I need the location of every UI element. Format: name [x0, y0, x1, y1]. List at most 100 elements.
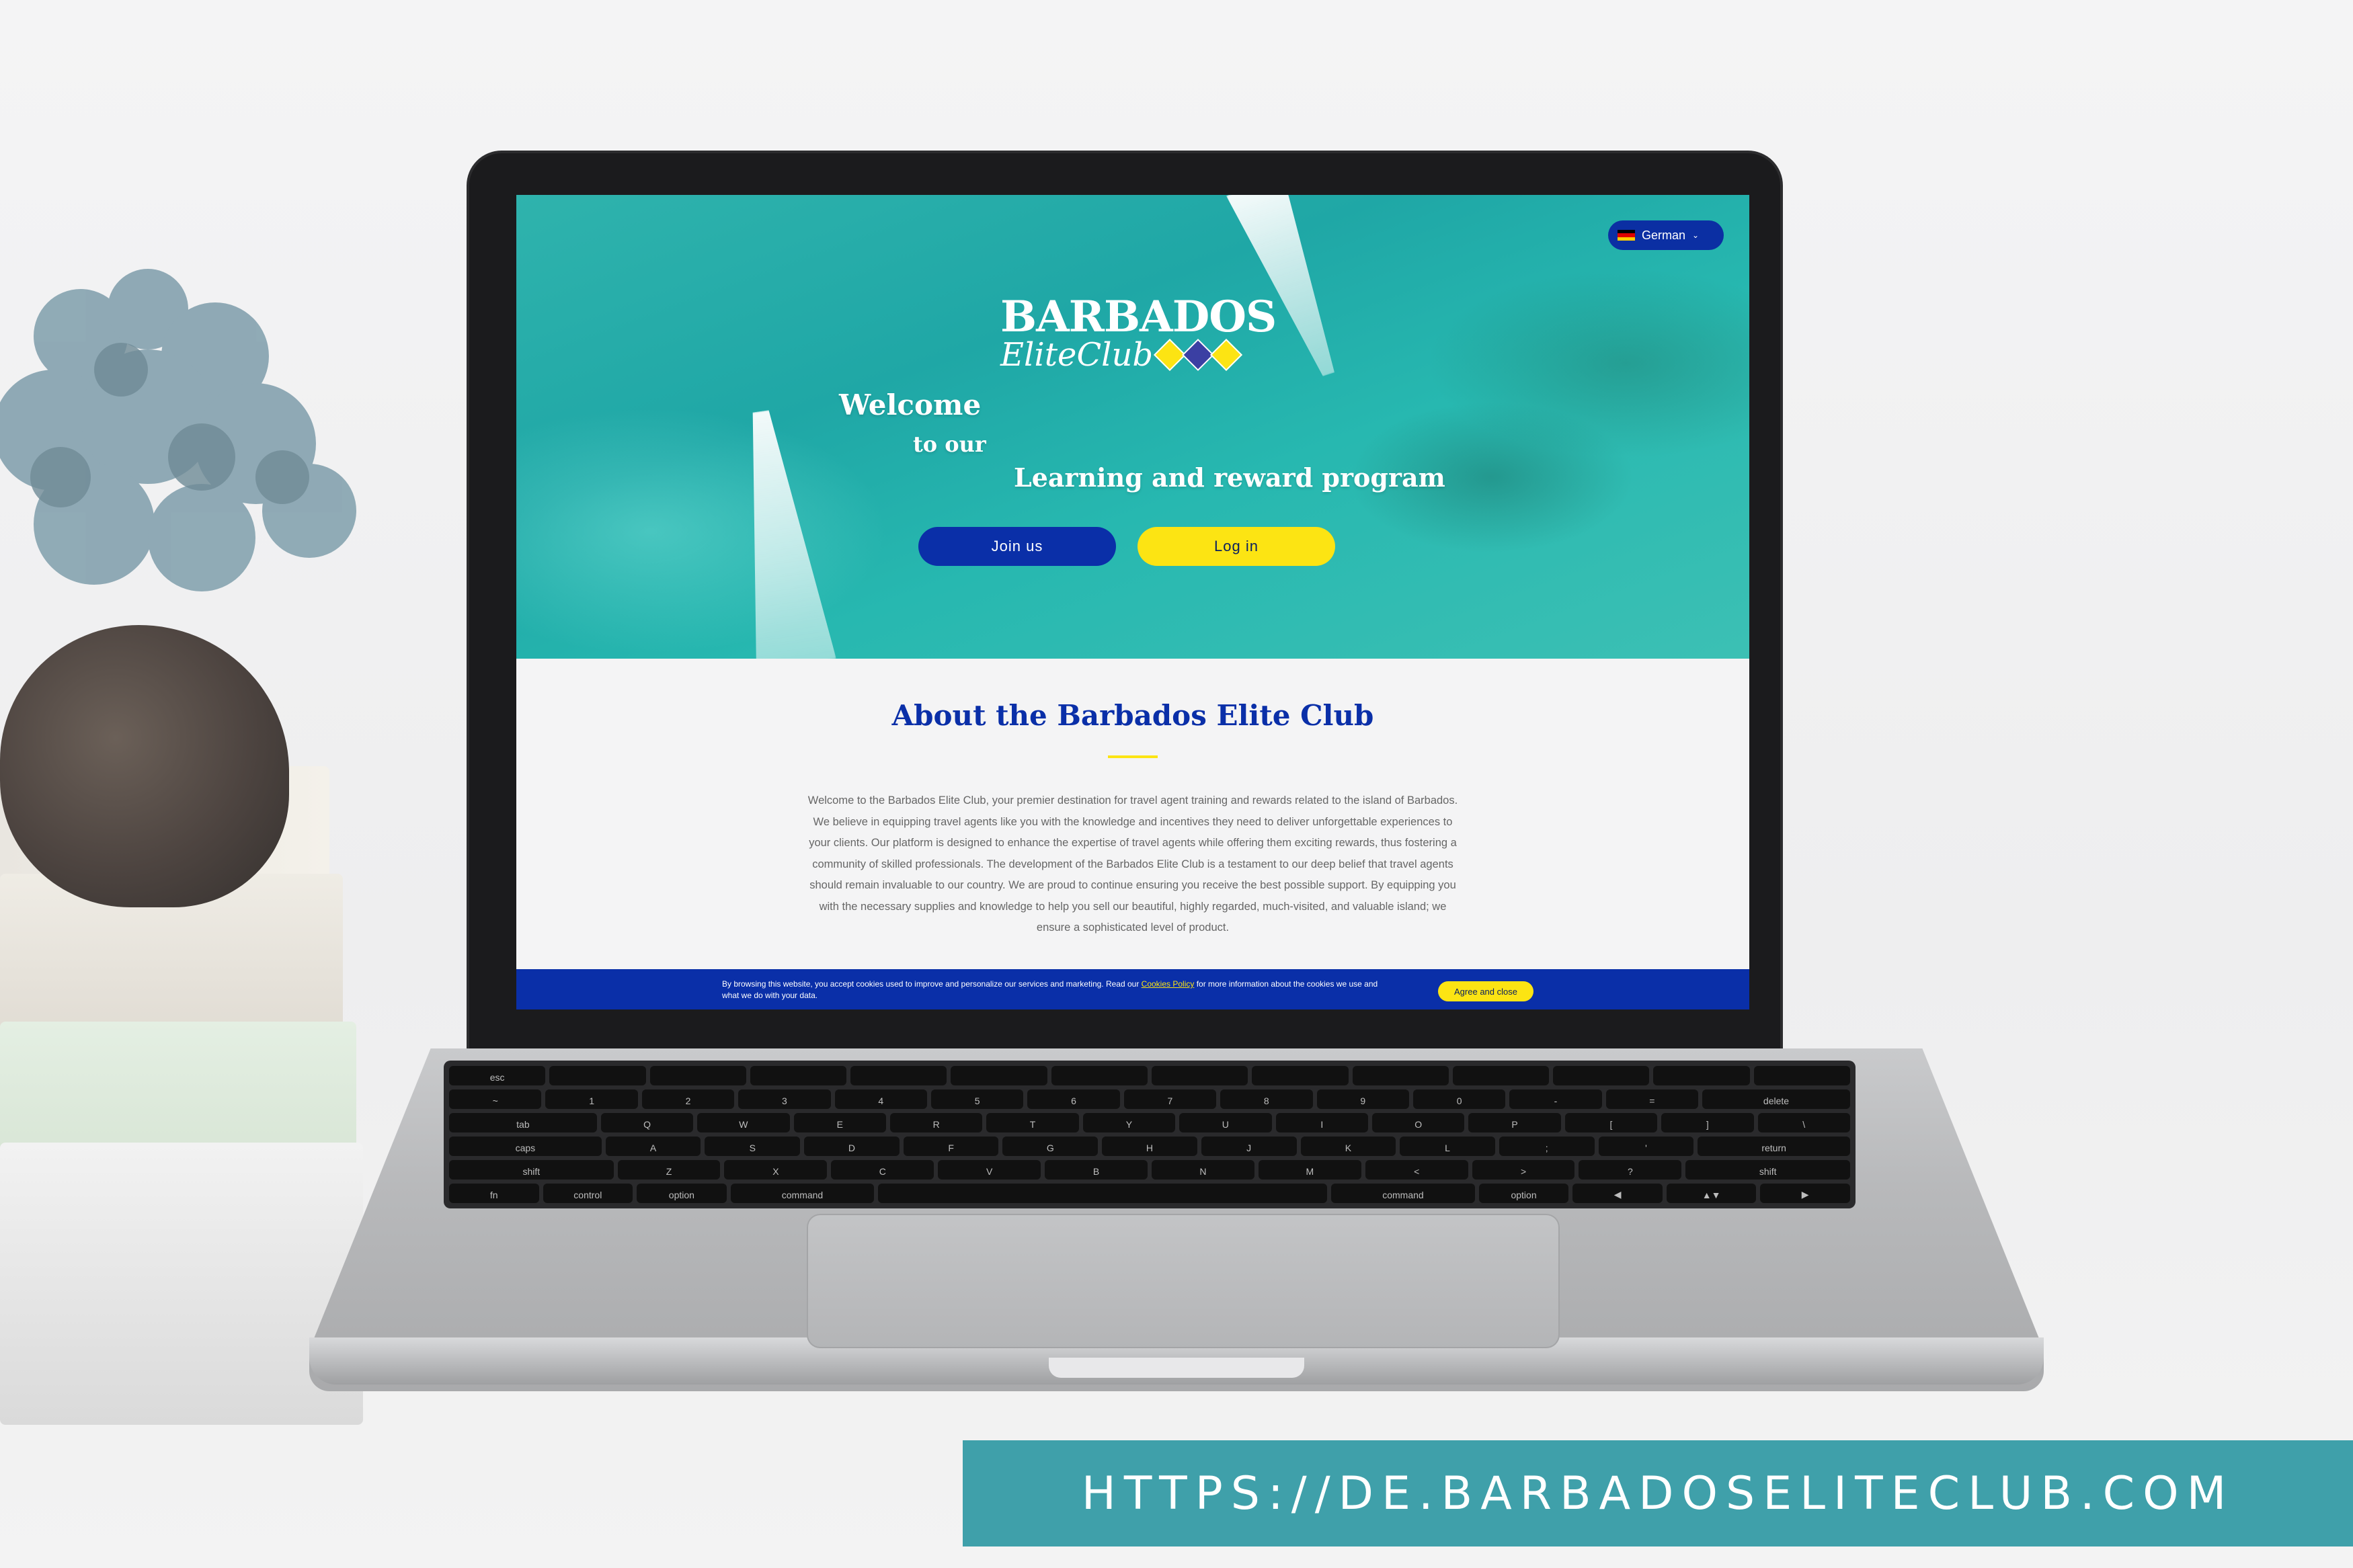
keyboard-key[interactable]: tab — [449, 1113, 597, 1132]
welcome-line-1: Welcome — [839, 388, 982, 421]
keyboard-key[interactable]: O — [1371, 1113, 1465, 1132]
language-selector[interactable]: German ⌄ — [1608, 220, 1724, 250]
keyboard-key[interactable] — [951, 1066, 1047, 1085]
cookies-policy-link[interactable]: Cookies Policy — [1142, 979, 1195, 989]
cookie-banner: By browsing this website, you accept coo… — [516, 969, 1749, 1009]
keyboard-key[interactable]: 6 — [1027, 1089, 1120, 1109]
barbados-elite-club-logo[interactable]: BARBADOS EliteClub — [1000, 296, 1277, 383]
boat-wake-left — [721, 405, 836, 669]
keyboard-key[interactable]: X — [724, 1160, 828, 1180]
keyboard-key[interactable]: 5 — [930, 1089, 1024, 1109]
chevron-down-icon: ⌄ — [1692, 231, 1700, 240]
keyboard-key[interactable]: P — [1468, 1113, 1561, 1132]
keyboard-key[interactable]: option — [1478, 1184, 1569, 1203]
keyboard-key[interactable]: esc — [449, 1066, 546, 1085]
germany-flag-icon — [1618, 230, 1635, 241]
title-divider — [1108, 755, 1158, 758]
keyboard-key[interactable]: caps — [449, 1137, 602, 1156]
keyboard-key[interactable]: 4 — [834, 1089, 927, 1109]
keyboard-key[interactable]: - — [1509, 1089, 1602, 1109]
keyboard-key[interactable]: F — [903, 1137, 999, 1156]
keyboard-key[interactable]: M — [1258, 1160, 1361, 1180]
keyboard-key[interactable]: E — [793, 1113, 886, 1132]
keyboard-key[interactable]: V — [938, 1160, 1041, 1180]
keyboard-key[interactable]: Q — [600, 1113, 694, 1132]
keyboard-key[interactable]: N — [1151, 1160, 1254, 1180]
laptop-notch — [1049, 1358, 1304, 1378]
cookie-text: By browsing this website, you accept coo… — [722, 979, 1378, 1000]
welcome-line-3: Learning and reward program — [1014, 462, 1445, 493]
keyboard-key[interactable] — [1352, 1066, 1449, 1085]
keyboard-key[interactable]: U — [1179, 1113, 1272, 1132]
keyboard-key[interactable]: S — [705, 1137, 801, 1156]
keyboard-key[interactable] — [850, 1066, 947, 1085]
keyboard-key[interactable]: < — [1365, 1160, 1468, 1180]
keyboard-key[interactable]: = — [1605, 1089, 1699, 1109]
keyboard-key[interactable]: delete — [1702, 1089, 1850, 1109]
keyboard-key[interactable] — [1252, 1066, 1349, 1085]
trackpad[interactable] — [807, 1214, 1560, 1348]
hero-section: German ⌄ BARBADOS EliteClub Welcome to o… — [516, 195, 1749, 659]
agree-and-close-button[interactable]: Agree and close — [1438, 981, 1533, 1001]
keyboard-key[interactable]: 9 — [1316, 1089, 1409, 1109]
keyboard: esc ~1 2 3 4 5 6 7 8 9 0- = delete tab Q W E R T Y U I O P[] \ ca… — [444, 1061, 1856, 1208]
about-title: About the Barbados Elite Club — [891, 699, 1374, 732]
keyboard-key[interactable]: C — [831, 1160, 934, 1180]
keyboard-key[interactable]: T — [986, 1113, 1079, 1132]
keyboard-key[interactable] — [549, 1066, 646, 1085]
keyboard-key[interactable]: Y — [1082, 1113, 1176, 1132]
keyboard-key[interactable]: A — [605, 1137, 701, 1156]
keyboard-key[interactable]: D — [804, 1137, 900, 1156]
keyboard-row: ~1 2 3 4 5 6 7 8 9 0- = delete — [449, 1089, 1850, 1109]
keyboard-key[interactable]: 1 — [545, 1089, 638, 1109]
keyboard-key[interactable]: command — [730, 1184, 875, 1203]
keyboard-key[interactable]: return — [1698, 1137, 1850, 1156]
keyboard-key[interactable]: W — [697, 1113, 790, 1132]
keyboard-key[interactable]: shift — [1685, 1160, 1850, 1180]
keyboard-key[interactable] — [1553, 1066, 1650, 1085]
keyboard-key[interactable]: ' — [1598, 1137, 1694, 1156]
log-in-button[interactable]: Log in — [1138, 527, 1335, 566]
keyboard-key[interactable]: ▶ — [1760, 1184, 1850, 1203]
keyboard-key[interactable]: fn — [449, 1184, 539, 1203]
keyboard-key[interactable]: G — [1002, 1137, 1099, 1156]
keyboard-key[interactable]: command — [1331, 1184, 1475, 1203]
keyboard-key[interactable]: 7 — [1123, 1089, 1217, 1109]
keyboard-key[interactable] — [649, 1066, 746, 1085]
keyboard-key[interactable]: ? — [1579, 1160, 1682, 1180]
keyboard-key[interactable]: \ — [1757, 1113, 1850, 1132]
keyboard-key[interactable]: L — [1400, 1137, 1495, 1156]
keyboard-key[interactable]: ◀ — [1572, 1184, 1663, 1203]
join-us-button[interactable]: Join us — [918, 527, 1116, 566]
keyboard-key[interactable]: 0 — [1412, 1089, 1506, 1109]
keyboard-key[interactable] — [1151, 1066, 1248, 1085]
keyboard-key[interactable] — [1452, 1066, 1550, 1085]
keyboard-key[interactable] — [1753, 1066, 1850, 1085]
keyboard-key[interactable] — [750, 1066, 847, 1085]
keyboard-key[interactable]: B — [1045, 1160, 1148, 1180]
keyboard-key[interactable]: R — [890, 1113, 983, 1132]
keyboard-key[interactable]: 3 — [738, 1089, 831, 1109]
browser-viewport: German ⌄ BARBADOS EliteClub Welcome to o… — [516, 195, 1749, 1009]
keyboard-key[interactable] — [1051, 1066, 1148, 1085]
keyboard-key[interactable] — [878, 1184, 1328, 1203]
about-body: Welcome to the Barbados Elite Club, your… — [807, 794, 1458, 934]
keyboard-key[interactable]: Z — [617, 1160, 721, 1180]
keyboard-key[interactable]: 8 — [1220, 1089, 1313, 1109]
keyboard-key[interactable]: [ — [1564, 1113, 1658, 1132]
keyboard-key[interactable]: J — [1201, 1137, 1297, 1156]
keyboard-key[interactable]: control — [543, 1184, 633, 1203]
keyboard-key[interactable]: I — [1275, 1113, 1368, 1132]
keyboard-row: shift Z X C V B N M < >? shift — [449, 1160, 1850, 1180]
keyboard-key[interactable]: K — [1300, 1137, 1396, 1156]
keyboard-key[interactable] — [1653, 1066, 1750, 1085]
keyboard-key[interactable]: shift — [449, 1160, 614, 1180]
keyboard-key[interactable]: ▲▼ — [1666, 1184, 1757, 1203]
keyboard-key[interactable]: H — [1102, 1137, 1197, 1156]
keyboard-key[interactable]: 2 — [641, 1089, 735, 1109]
keyboard-key[interactable]: ; — [1499, 1137, 1595, 1156]
keyboard-key[interactable]: option — [637, 1184, 727, 1203]
keyboard-key[interactable]: ] — [1661, 1113, 1754, 1132]
keyboard-key[interactable]: ~ — [449, 1089, 542, 1109]
keyboard-key[interactable]: > — [1472, 1160, 1575, 1180]
